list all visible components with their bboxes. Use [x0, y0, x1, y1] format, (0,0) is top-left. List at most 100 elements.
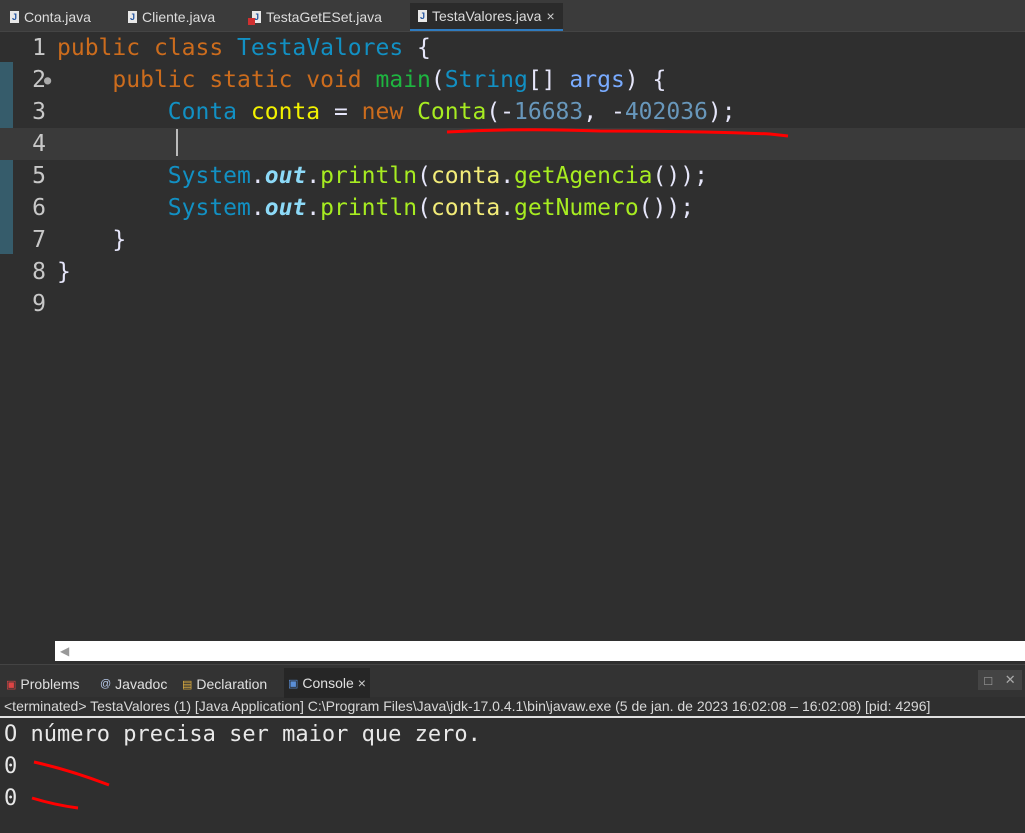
token-plain: { — [417, 35, 431, 61]
code-line[interactable]: 9 — [0, 288, 1025, 320]
token-call: println — [320, 163, 418, 189]
token-var: conta — [430, 195, 501, 221]
java-file-icon: J — [128, 11, 137, 23]
tab-problems[interactable]: ▣ Problems — [2, 671, 84, 697]
token-plain: = — [333, 99, 362, 125]
tab-label: Declaration — [196, 676, 268, 692]
code-line[interactable]: 3 Conta conta = new Conta(-16683, -40203… — [0, 96, 1025, 128]
token-plain: (- — [486, 99, 515, 125]
token-plain: ( — [417, 195, 431, 221]
token-type: System — [167, 195, 251, 221]
java-file-error-icon: J — [248, 11, 261, 25]
code-line[interactable]: 2 ● public static void main(String[] args… — [0, 64, 1025, 96]
token-plain: ); — [707, 99, 736, 125]
token-call: println — [320, 195, 418, 221]
horizontal-scrollbar[interactable]: ◀ — [55, 641, 1025, 661]
tab-label: TestaValores.java — [432, 8, 542, 24]
close-icon[interactable]: × — [546, 8, 554, 24]
code-line[interactable]: 4 — [0, 128, 1025, 160]
token-plain: . — [250, 195, 265, 221]
code-text: System.out.println(conta.getNumero()); — [57, 192, 694, 224]
token-plain: ()); — [652, 163, 708, 189]
tab-console[interactable]: ▣ Console × — [284, 668, 370, 698]
token-plain: . — [306, 195, 321, 221]
console-line: O número precisa ser maior que zero. — [4, 722, 481, 747]
line-number: 9 — [32, 291, 46, 317]
code-text: System.out.println(conta.getAgencia()); — [57, 160, 708, 192]
at-icon: @ — [100, 678, 112, 690]
tab-cliente-java[interactable]: J Cliente.java — [120, 5, 223, 29]
token-number: 16683 — [514, 99, 584, 125]
token-call: Conta — [417, 99, 487, 125]
code-text: public class TestaValores { — [57, 32, 431, 64]
line-number: 7 — [32, 227, 46, 253]
divider — [0, 716, 1025, 718]
token-plain: [] — [527, 67, 570, 93]
token-plain: . — [306, 163, 321, 189]
token-keyword: class — [153, 35, 238, 61]
line-number: 4 — [32, 131, 46, 157]
line-number: 1 — [32, 35, 46, 61]
code-text: Conta conta = new Conta(-16683, -402036)… — [57, 96, 736, 128]
tab-label: Cliente.java — [142, 9, 216, 25]
token-plain: ( — [430, 67, 445, 93]
token-plain: } — [112, 227, 127, 253]
tab-label: Problems — [20, 676, 80, 692]
token-local: conta — [250, 99, 334, 125]
code-text: } — [57, 256, 71, 288]
token-number: 402036 — [624, 99, 708, 125]
fold-icon[interactable]: ● — [44, 64, 51, 96]
console-line: 0 — [4, 754, 18, 779]
scroll-left-icon[interactable]: ◀ — [60, 644, 69, 658]
token-type: System — [167, 163, 251, 189]
token-keyword: static — [209, 67, 307, 93]
token-plain: , - — [583, 99, 625, 125]
tab-testagetset-java[interactable]: J TestaGetESet.java — [244, 5, 390, 29]
code-text: } — [57, 224, 126, 256]
token-keyword: public — [57, 35, 154, 61]
token-keyword: public — [112, 67, 210, 93]
token-call: getAgencia — [514, 163, 653, 189]
tab-conta-java[interactable]: J Conta.java — [2, 5, 99, 29]
token-type: Conta — [167, 99, 251, 125]
token-plain: ()); — [638, 195, 695, 221]
token-plain: . — [500, 195, 515, 221]
code-line[interactable]: 8} — [0, 256, 1025, 288]
tab-label: Conta.java — [24, 9, 91, 25]
tab-label: TestaGetESet.java — [266, 9, 382, 25]
console-output[interactable]: O número precisa ser maior que zero. 0 0 — [0, 720, 1025, 833]
tab-label: Javadoc — [115, 676, 168, 692]
token-plain: . — [500, 163, 515, 189]
problems-icon: ▣ — [6, 678, 17, 691]
code-text: public static void main(String[] args) { — [57, 64, 666, 96]
declaration-icon: ▤ — [182, 678, 193, 691]
code-line[interactable]: 7 } — [0, 224, 1025, 256]
maximize-icon[interactable]: □ — [984, 673, 992, 688]
token-keyword: new — [361, 99, 418, 125]
code-line[interactable]: 5 System.out.println(conta.getAgencia())… — [0, 160, 1025, 192]
line-number: 2 — [32, 67, 46, 93]
panel-tab-bar: ▣ Problems @ Javadoc ▤ Declaration ▣ Console… — [0, 664, 1025, 698]
tab-declaration[interactable]: ▤ Declaration — [178, 671, 271, 697]
code-line[interactable]: 6 System.out.println(conta.getNumero()); — [0, 192, 1025, 224]
console-icon: ▣ — [288, 677, 299, 690]
tab-testavalores-java[interactable]: J TestaValores.java × — [410, 3, 563, 31]
token-field: out — [264, 195, 307, 221]
line-number: 6 — [32, 195, 46, 221]
code-line[interactable]: 1 public class TestaValores { — [0, 32, 1025, 64]
panel-controls: □ ✕ — [978, 670, 1022, 690]
java-file-icon: J — [418, 10, 427, 22]
text-caret — [176, 129, 178, 156]
editor-tab-bar: J Conta.java J Cliente.java J TestaGetESet.… — [0, 0, 1025, 32]
token-method: main — [375, 67, 431, 93]
minimize-icon[interactable]: ✕ — [1005, 672, 1016, 688]
tab-javadoc[interactable]: @ Javadoc — [96, 671, 171, 697]
line-number: 5 — [32, 163, 46, 189]
close-icon[interactable]: × — [358, 675, 366, 691]
tab-label: Console — [302, 675, 354, 691]
console-status: <terminated> TestaValores (1) [Java Appl… — [4, 698, 931, 714]
